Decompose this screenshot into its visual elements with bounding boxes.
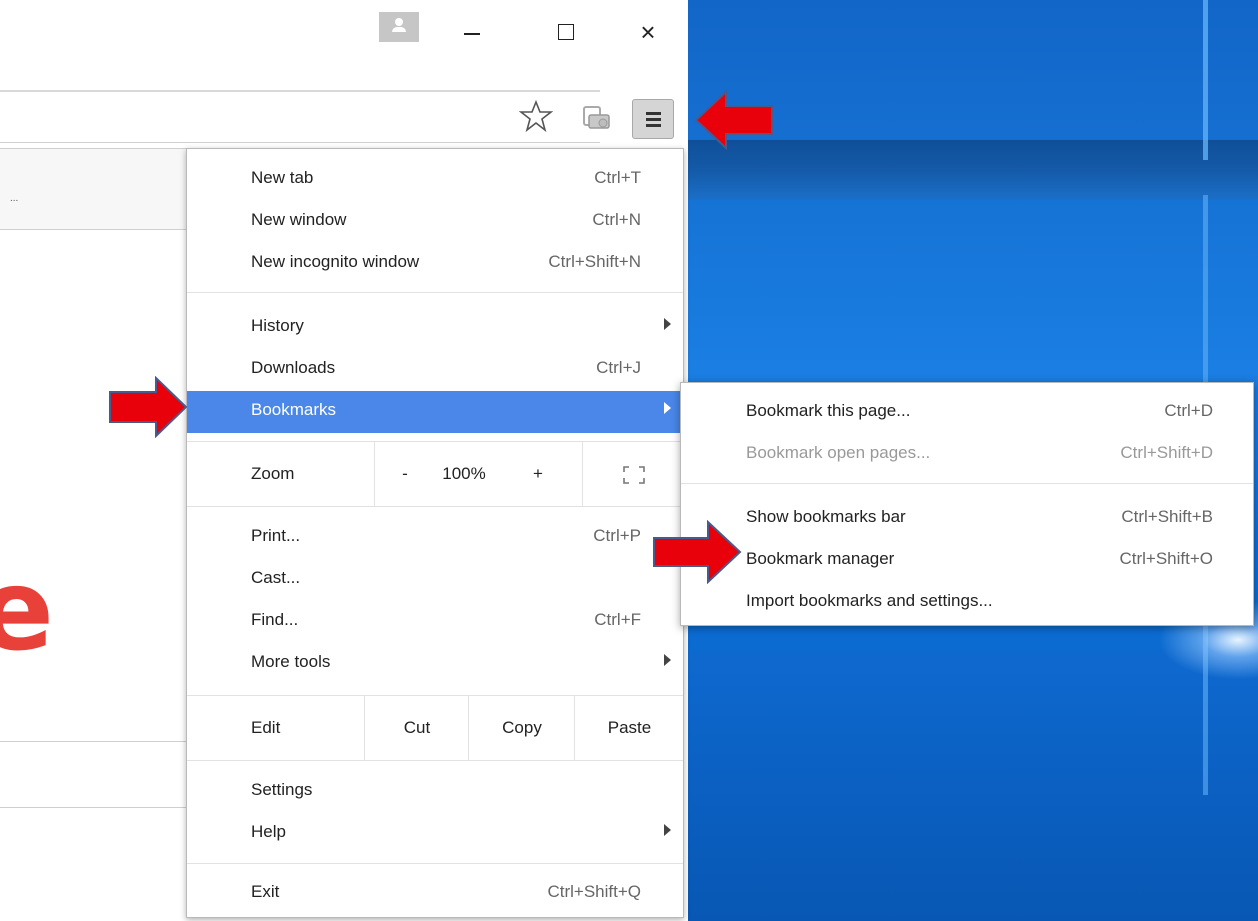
menu-item-print[interactable]: Print... Ctrl+P (187, 517, 683, 557)
menu-bar-icon (646, 118, 661, 121)
profile-avatar-icon[interactable] (379, 12, 419, 42)
wallpaper-lower (688, 650, 1258, 921)
edit-row: Edit Cut Copy Paste (187, 696, 683, 760)
fullscreen-icon (622, 465, 645, 484)
menu-item-label: Find... (251, 610, 299, 629)
paste-button[interactable]: Paste (574, 696, 684, 760)
menu-item-downloads[interactable]: Downloads Ctrl+J (187, 349, 683, 389)
cut-button[interactable]: Cut (364, 696, 469, 760)
menu-item-label: Help (251, 822, 286, 841)
red-arrow-icon (109, 376, 188, 438)
menu-item-settings[interactable]: Settings (187, 771, 683, 811)
submenu-arrow-icon (664, 318, 671, 330)
menu-item-help[interactable]: Help (187, 813, 683, 853)
red-arrow-icon (653, 520, 742, 584)
submenu-item-show-bookmarks-bar[interactable]: Show bookmarks bar Ctrl+Shift+B (681, 498, 1253, 538)
menu-item-label: Settings (251, 780, 313, 799)
submenu-item-label: Bookmark manager (746, 549, 895, 568)
submenu-item-shortcut: Ctrl+Shift+B (1121, 507, 1213, 526)
submenu-item-label: Show bookmarks bar (746, 507, 906, 526)
menu-item-shortcut: Ctrl+J (596, 358, 641, 377)
bookmark-star-icon[interactable] (519, 99, 553, 133)
submenu-arrow-icon (664, 402, 671, 414)
menu-item-more-tools[interactable]: More tools (187, 643, 683, 683)
divider (0, 807, 186, 808)
page-logo-fragment: e (0, 546, 54, 676)
menu-bar-icon (646, 112, 661, 115)
menu-item-label: Exit (251, 882, 280, 901)
red-arrow-icon (694, 90, 773, 150)
menu-item-label: New incognito window (251, 252, 420, 271)
menu-separator (681, 483, 1253, 484)
menu-item-label: History (251, 316, 304, 335)
menu-item-label: New window (251, 210, 347, 229)
submenu-item-label: Bookmark open pages... (746, 443, 931, 462)
cast-icon[interactable] (581, 104, 611, 132)
menu-item-find[interactable]: Find... Ctrl+F (187, 601, 683, 641)
menu-separator (187, 760, 683, 761)
menu-item-label: Print... (251, 526, 301, 545)
divider (0, 741, 186, 742)
submenu-item-import-bookmarks[interactable]: Import bookmarks and settings... (681, 582, 1253, 622)
submenu-item-shortcut: Ctrl+D (1164, 401, 1213, 420)
menu-item-history[interactable]: History (187, 307, 683, 347)
menu-item-shortcut: Ctrl+N (592, 210, 641, 229)
maximize-button[interactable] (554, 20, 578, 44)
page-header-strip: ... (0, 148, 186, 230)
menu-item-label: New tab (251, 168, 314, 187)
zoom-row: Zoom - 100% + (187, 442, 683, 506)
menu-item-new-incognito-window[interactable]: New incognito window Ctrl+Shift+N (187, 243, 683, 283)
submenu-item-bookmark-open-pages[interactable]: Bookmark open pages... Ctrl+Shift+D (681, 434, 1253, 474)
bookmarks-submenu: Bookmark this page... Ctrl+D Bookmark op… (680, 382, 1254, 626)
wallpaper-pane-edge (1203, 0, 1208, 160)
submenu-arrow-icon (664, 824, 671, 836)
menu-item-label: Cast... (251, 568, 301, 587)
menu-item-shortcut: Ctrl+P (593, 526, 641, 545)
menu-item-shortcut: Ctrl+Shift+N (548, 252, 641, 271)
minimize-button[interactable] (460, 20, 484, 44)
minimize-icon (464, 33, 480, 35)
menu-item-shortcut: Ctrl+F (594, 610, 641, 629)
address-bar[interactable] (0, 90, 600, 143)
menu-separator (187, 292, 683, 293)
menu-item-label: Downloads (251, 358, 336, 377)
submenu-item-label: Import bookmarks and settings... (746, 591, 993, 610)
maximize-icon (558, 24, 574, 40)
zoom-label: Zoom (251, 464, 295, 483)
menu-item-shortcut: Ctrl+T (594, 168, 641, 187)
submenu-item-bookmark-this-page[interactable]: Bookmark this page... Ctrl+D (681, 392, 1253, 432)
menu-item-new-window[interactable]: New window Ctrl+N (187, 201, 683, 241)
menu-item-label: Bookmarks (251, 400, 337, 419)
submenu-item-label: Bookmark this page... (746, 401, 911, 420)
fullscreen-button[interactable] (582, 442, 684, 506)
zoom-level: 100% (442, 464, 486, 483)
header-fragment: ... (10, 193, 19, 204)
title-bar: × (0, 0, 688, 88)
chrome-main-menu: New tab Ctrl+T New window Ctrl+N New inc… (186, 148, 684, 918)
submenu-item-shortcut: Ctrl+Shift+D (1120, 443, 1213, 462)
menu-separator (187, 506, 683, 507)
edit-label: Edit (251, 718, 281, 737)
submenu-item-bookmark-manager[interactable]: Bookmark manager Ctrl+Shift+O (681, 540, 1253, 580)
menu-item-cast[interactable]: Cast... (187, 559, 683, 599)
menu-item-bookmarks[interactable]: Bookmarks (187, 391, 683, 433)
submenu-item-shortcut: Ctrl+Shift+O (1119, 549, 1213, 568)
menu-item-shortcut: Ctrl+Shift+Q (547, 882, 641, 901)
zoom-out-button[interactable]: - (374, 442, 435, 506)
menu-item-exit[interactable]: Exit Ctrl+Shift+Q (187, 873, 683, 913)
close-button[interactable]: × (636, 19, 660, 45)
menu-bar-icon (646, 124, 661, 127)
menu-item-new-tab[interactable]: New tab Ctrl+T (187, 159, 683, 199)
menu-item-label: More tools (251, 652, 331, 671)
chrome-menu-button[interactable] (632, 99, 674, 139)
menu-separator (187, 863, 683, 864)
zoom-in-button[interactable]: + (494, 442, 582, 506)
copy-button[interactable]: Copy (468, 696, 575, 760)
submenu-arrow-icon (664, 654, 671, 666)
